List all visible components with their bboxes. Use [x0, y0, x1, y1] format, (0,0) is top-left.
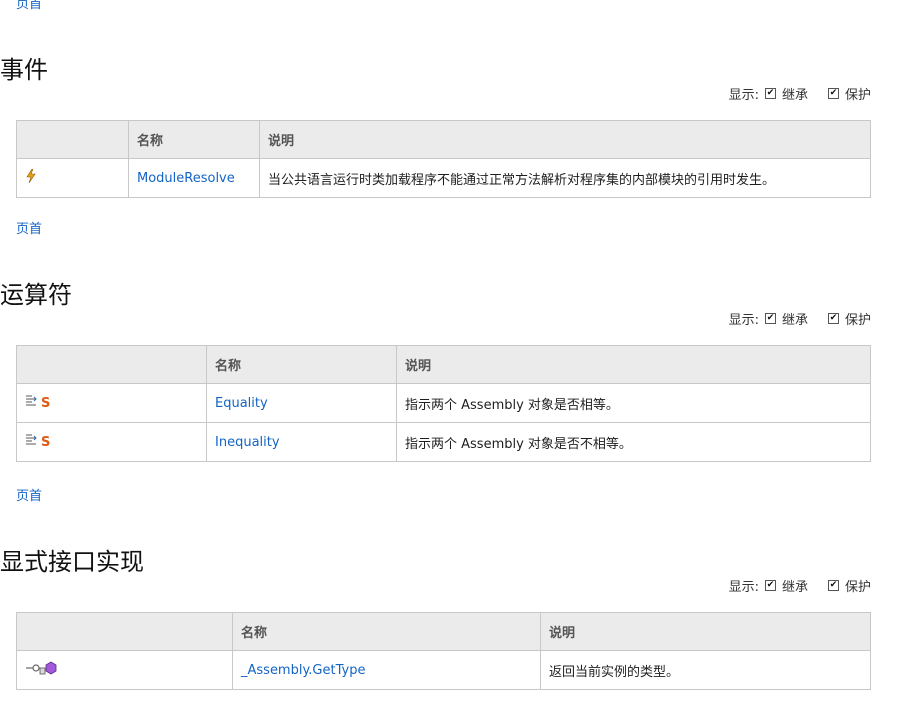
- protected-checkbox[interactable]: [827, 580, 839, 591]
- back-to-top-link[interactable]: 页首: [16, 0, 42, 12]
- description-cell: 当公共语言运行时类加载程序不能通过正常方法解析对程序集的内部模块的引用时发生。: [259, 158, 871, 198]
- explicit-interface-table: 名称 说明 _Assembly.GetType 返回当前实例的类型。: [16, 612, 871, 690]
- icon-column-header: [16, 612, 233, 651]
- name-column-header: 名称: [128, 120, 260, 159]
- static-operator-icon: S: [25, 433, 55, 447]
- inherited-label: 继承: [781, 580, 808, 595]
- table-row: S Inequality 指示两个 Assembly 对象是否不相等。: [16, 422, 871, 462]
- table-row: ModuleResolve 当公共语言运行时类加载程序不能通过正常方法解析对程序…: [16, 158, 871, 198]
- filter-show-label: 显示:: [728, 580, 759, 595]
- member-link[interactable]: Inequality: [215, 435, 280, 450]
- event-icon: [25, 169, 37, 183]
- svg-text:S: S: [41, 396, 50, 408]
- protected-label: 保护: [844, 313, 871, 328]
- icon-cell: [16, 158, 129, 198]
- icon-cell: [16, 650, 233, 690]
- icon-cell: S: [16, 422, 207, 462]
- description-column-header: 说明: [540, 612, 871, 651]
- table-row: _Assembly.GetType 返回当前实例的类型。: [16, 650, 871, 690]
- name-column-header: 名称: [206, 345, 397, 384]
- icon-column-header: [16, 120, 129, 159]
- protected-checkbox[interactable]: [827, 313, 839, 324]
- description-cell: 指示两个 Assembly 对象是否不相等。: [396, 422, 871, 462]
- name-cell: Equality: [206, 383, 397, 423]
- protected-label: 保护: [844, 580, 871, 595]
- section-title-events: 事件: [0, 56, 48, 84]
- back-to-top-link[interactable]: 页首: [16, 218, 42, 237]
- operators-table: 名称 说明 S Equality 指示两个 Assembly 对象是否相等。 S: [16, 345, 871, 462]
- member-filter-operators: 显示: 继承 保护: [729, 309, 871, 328]
- description-cell: 返回当前实例的类型。: [540, 650, 871, 690]
- inherited-checkbox[interactable]: [764, 88, 776, 99]
- inherited-label: 继承: [781, 88, 808, 103]
- description-column-header: 说明: [259, 120, 871, 159]
- member-link[interactable]: ModuleResolve: [137, 171, 235, 186]
- icon-column-header: [16, 345, 207, 384]
- table-header-row: 名称 说明: [16, 612, 871, 651]
- name-cell: ModuleResolve: [128, 158, 260, 198]
- inherited-label: 继承: [781, 313, 808, 328]
- description-column-header: 说明: [396, 345, 871, 384]
- static-operator-icon: S: [25, 394, 55, 408]
- protected-label: 保护: [844, 88, 871, 103]
- name-cell: _Assembly.GetType: [232, 650, 541, 690]
- section-title-operators: 运算符: [0, 281, 72, 309]
- inherited-checkbox[interactable]: [764, 313, 776, 324]
- member-filter-explicit-interface: 显示: 继承 保护: [729, 576, 871, 595]
- events-table: 名称 说明 ModuleResolve 当公共语言运行时类加载程序不能通过正常方…: [16, 120, 871, 198]
- section-title-explicit-interface: 显式接口实现: [0, 548, 144, 576]
- table-header-row: 名称 说明: [16, 345, 871, 384]
- description-cell: 指示两个 Assembly 对象是否相等。: [396, 383, 871, 423]
- protected-checkbox[interactable]: [827, 88, 839, 99]
- table-row: S Equality 指示两个 Assembly 对象是否相等。: [16, 383, 871, 423]
- filter-show-label: 显示:: [728, 313, 759, 328]
- member-link[interactable]: Equality: [215, 396, 268, 411]
- inherited-checkbox[interactable]: [764, 580, 776, 591]
- name-column-header: 名称: [232, 612, 541, 651]
- table-header-row: 名称 说明: [16, 120, 871, 159]
- filter-show-label: 显示:: [728, 88, 759, 103]
- explicit-interface-method-icon: [25, 661, 59, 675]
- svg-text:S: S: [41, 435, 50, 447]
- name-cell: Inequality: [206, 422, 397, 462]
- member-filter-events: 显示: 继承 保护: [729, 84, 871, 103]
- icon-cell: S: [16, 383, 207, 423]
- back-to-top-link[interactable]: 页首: [16, 485, 42, 504]
- member-link[interactable]: _Assembly.GetType: [241, 663, 365, 678]
